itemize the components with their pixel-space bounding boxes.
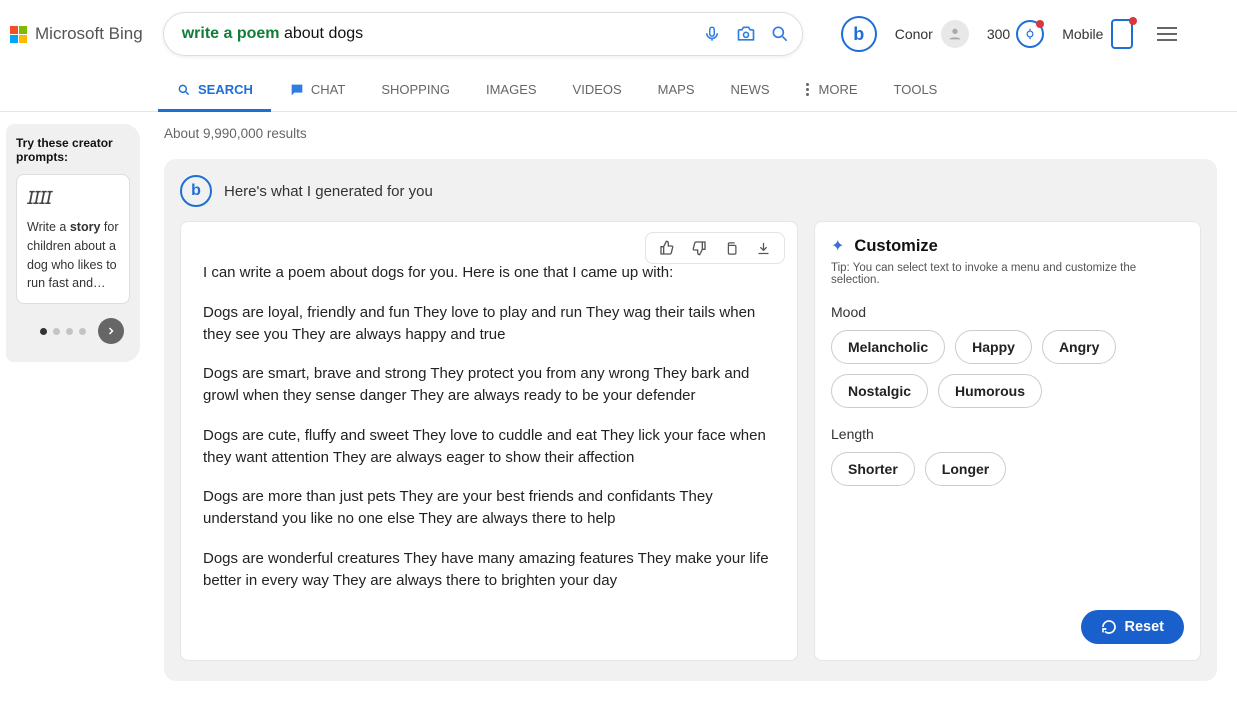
tab-search[interactable]: SEARCH xyxy=(158,68,271,111)
header: Microsoft Bing write a poem about dogs b… xyxy=(0,0,1237,68)
download-icon[interactable] xyxy=(754,239,772,257)
phone-icon xyxy=(1111,19,1133,49)
query-highlight: write a poem xyxy=(182,25,280,42)
pager-dot[interactable] xyxy=(53,328,60,335)
prompt-pager xyxy=(16,318,130,344)
refresh-icon xyxy=(1101,619,1117,635)
thumbs-up-icon[interactable] xyxy=(658,239,676,257)
pager-next[interactable] xyxy=(98,318,124,344)
poem-line: Dogs are wonderful creatures They have m… xyxy=(203,548,775,592)
tab-maps[interactable]: MAPS xyxy=(640,68,713,111)
creator-prompts-card: Try these creator prompts: 𝘐𝘐𝘐𝘐 Write a … xyxy=(6,124,140,362)
poem-line: Dogs are more than just pets They are yo… xyxy=(203,486,775,530)
points-count: 300 xyxy=(987,26,1010,42)
tab-shopping[interactable]: SHOPPING xyxy=(363,68,468,111)
generation-text: I can write a poem about dogs for you. H… xyxy=(203,262,775,591)
rewards-chip[interactable]: 300 xyxy=(987,20,1044,48)
chat-icon xyxy=(289,82,305,98)
tab-label: TOOLS xyxy=(894,82,938,97)
pager-dot[interactable] xyxy=(66,328,73,335)
header-right: b Conor 300 Mobile xyxy=(841,16,1198,52)
tab-tools[interactable]: TOOLS xyxy=(876,68,956,111)
sidebar: Try these creator prompts: 𝘐𝘐𝘐𝘐 Write a … xyxy=(0,112,140,701)
tab-label: SHOPPING xyxy=(381,82,450,97)
tab-label: IMAGES xyxy=(486,82,537,97)
prompt-card[interactable]: 𝘐𝘐𝘐𝘐 Write a story for children about a … xyxy=(16,174,130,304)
generation-card: I can write a poem about dogs for you. H… xyxy=(180,221,798,661)
poem-line: I can write a poem about dogs for you. H… xyxy=(203,262,775,284)
query-rest: about dogs xyxy=(280,25,364,42)
customize-card: ✦ Customize Tip: You can select text to … xyxy=(814,221,1201,661)
mood-pill-melancholic[interactable]: Melancholic xyxy=(831,330,945,364)
story-icon: 𝘐𝘐𝘐𝘐 xyxy=(27,185,119,212)
tab-label: SEARCH xyxy=(198,82,253,97)
reset-label: Reset xyxy=(1125,619,1165,635)
tab-label: MORE xyxy=(819,82,858,97)
microsoft-icon xyxy=(10,26,27,43)
search-input[interactable]: write a poem about dogs xyxy=(182,25,702,43)
mood-label: Mood xyxy=(831,304,1184,320)
tab-news[interactable]: NEWS xyxy=(713,68,788,111)
length-pill-shorter[interactable]: Shorter xyxy=(831,452,915,486)
ai-title: Here's what I generated for you xyxy=(224,183,433,200)
nav-tabs: SEARCH CHAT SHOPPING IMAGES VIDEOS MAPS … xyxy=(0,68,1237,112)
tab-more[interactable]: MORE xyxy=(788,68,876,111)
thumbs-down-icon[interactable] xyxy=(690,239,708,257)
copy-icon[interactable] xyxy=(722,239,740,257)
sidebar-title: Try these creator prompts: xyxy=(16,136,130,164)
length-pill-longer[interactable]: Longer xyxy=(925,452,1006,486)
poem-line: Dogs are cute, fluffy and sweet They lov… xyxy=(203,425,775,469)
notification-dot-icon xyxy=(1036,20,1044,28)
customize-title: Customize xyxy=(854,237,937,256)
bing-chat-icon[interactable]: b xyxy=(841,16,877,52)
customize-tip: Tip: You can select text to invoke a men… xyxy=(831,262,1184,286)
poem-line: Dogs are loyal, friendly and fun They lo… xyxy=(203,302,775,346)
tab-label: CHAT xyxy=(311,82,345,97)
mood-pill-happy[interactable]: Happy xyxy=(955,330,1032,364)
mood-pill-angry[interactable]: Angry xyxy=(1042,330,1116,364)
user-chip[interactable]: Conor xyxy=(895,20,969,48)
generation-actions xyxy=(645,232,785,264)
tab-label: NEWS xyxy=(731,82,770,97)
mobile-chip[interactable]: Mobile xyxy=(1062,19,1133,49)
tab-chat[interactable]: CHAT xyxy=(271,68,363,111)
results-count: About 9,990,000 results xyxy=(164,126,1217,141)
tab-label: VIDEOS xyxy=(573,82,622,97)
more-dots-icon xyxy=(806,83,809,96)
bing-logo[interactable]: Microsoft Bing xyxy=(10,24,143,44)
logo-text: Microsoft Bing xyxy=(35,24,143,44)
user-name: Conor xyxy=(895,26,933,42)
main-column: About 9,990,000 results b Here's what I … xyxy=(140,112,1237,701)
prompt-strong: story xyxy=(70,220,101,234)
avatar-icon xyxy=(941,20,969,48)
search-icon xyxy=(176,82,192,98)
hamburger-icon[interactable] xyxy=(1157,27,1177,41)
search-icon[interactable] xyxy=(770,24,790,44)
prompt-prefix: Write a xyxy=(27,220,70,234)
poem-line: Dogs are smart, brave and strong They pr… xyxy=(203,363,775,407)
medal-icon xyxy=(1016,20,1044,48)
length-label: Length xyxy=(831,426,1184,442)
search-box[interactable]: write a poem about dogs xyxy=(163,12,803,56)
pager-dot[interactable] xyxy=(40,328,47,335)
pager-dot[interactable] xyxy=(79,328,86,335)
tab-label: MAPS xyxy=(658,82,695,97)
tab-videos[interactable]: VIDEOS xyxy=(555,68,640,111)
tab-images[interactable]: IMAGES xyxy=(468,68,555,111)
image-search-icon[interactable] xyxy=(736,24,756,44)
bing-ai-icon: b xyxy=(180,175,212,207)
mobile-label: Mobile xyxy=(1062,26,1103,42)
mic-icon[interactable] xyxy=(702,24,722,44)
sparkle-icon: ✦ xyxy=(831,236,844,256)
ai-panel: b Here's what I generated for you I can … xyxy=(164,159,1217,681)
mood-pill-nostalgic[interactable]: Nostalgic xyxy=(831,374,928,408)
mood-pill-humorous[interactable]: Humorous xyxy=(938,374,1042,408)
reset-button[interactable]: Reset xyxy=(1081,610,1185,644)
